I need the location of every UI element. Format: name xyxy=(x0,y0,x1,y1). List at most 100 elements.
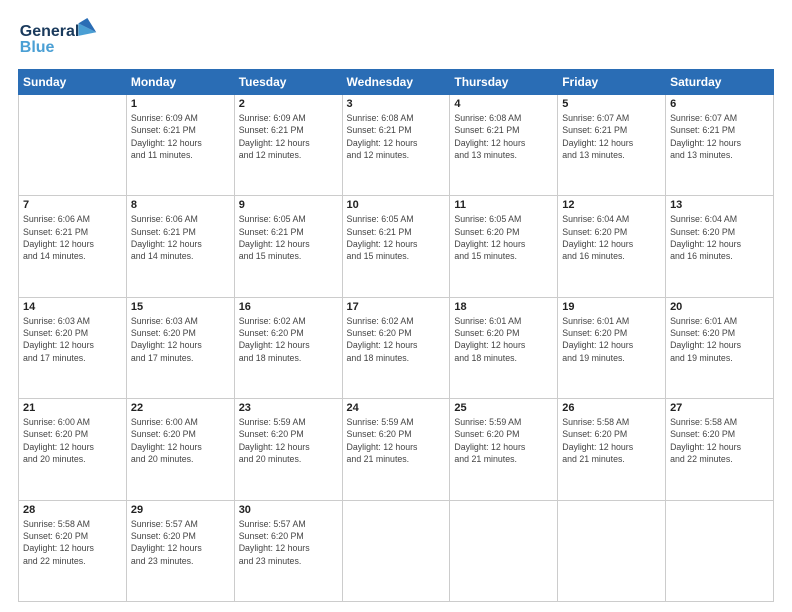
day-info: Sunrise: 6:05 AMSunset: 6:21 PMDaylight:… xyxy=(239,213,338,262)
day-number: 26 xyxy=(562,402,661,414)
day-number: 24 xyxy=(347,402,446,414)
svg-text:Blue: Blue xyxy=(20,39,55,56)
header-sunday: Sunday xyxy=(19,70,127,95)
week-row-1: 1Sunrise: 6:09 AMSunset: 6:21 PMDaylight… xyxy=(19,95,774,196)
day-cell: 2 Sunrise: 6:09 AMSunset: 6:21 PMDaylight… xyxy=(234,95,342,196)
day-info: Sunrise: 6:09 AMSunset: 6:21 PMDaylight:… xyxy=(239,112,338,161)
weekday-header-row: Sunday Monday Tuesday Wednesday Thursday… xyxy=(19,70,774,95)
day-cell xyxy=(19,95,127,196)
week-row-5: 28 Sunrise: 5:58 AMSunset: 6:20 PMDayligh… xyxy=(19,500,774,601)
day-info: Sunrise: 6:09 AMSunset: 6:21 PMDaylight:… xyxy=(131,112,230,161)
header-saturday: Saturday xyxy=(666,70,774,95)
day-info: Sunrise: 5:57 AMSunset: 6:20 PMDaylight:… xyxy=(239,518,338,567)
day-info: Sunrise: 5:59 AMSunset: 6:20 PMDaylight:… xyxy=(454,416,553,465)
day-cell: 27 Sunrise: 5:58 AMSunset: 6:20 PMDayligh… xyxy=(666,399,774,500)
logo-svg: General Blue xyxy=(18,16,98,61)
header-thursday: Thursday xyxy=(450,70,558,95)
day-number: 23 xyxy=(239,402,338,414)
day-cell: 4Sunrise: 6:08 AMSunset: 6:21 PMDaylight… xyxy=(450,95,558,196)
day-cell: 1Sunrise: 6:09 AMSunset: 6:21 PMDaylight… xyxy=(126,95,234,196)
day-info: Sunrise: 6:04 AMSunset: 6:20 PMDaylight:… xyxy=(670,213,769,262)
header-tuesday: Tuesday xyxy=(234,70,342,95)
day-cell: 23 Sunrise: 5:59 AMSunset: 6:20 PMDayligh… xyxy=(234,399,342,500)
day-number: 14 xyxy=(23,301,122,313)
day-cell: 28 Sunrise: 5:58 AMSunset: 6:20 PMDayligh… xyxy=(19,500,127,601)
day-number: 25 xyxy=(454,402,553,414)
day-number: 30 xyxy=(239,504,338,516)
day-number: 8 xyxy=(131,199,230,211)
day-number: 28 xyxy=(23,504,122,516)
day-info: Sunrise: 6:08 AMSunset: 6:21 PMDaylight:… xyxy=(347,112,446,161)
week-row-2: 7 Sunrise: 6:06 AMSunset: 6:21 PMDaylight… xyxy=(19,196,774,297)
day-info: Sunrise: 6:01 AMSunset: 6:20 PMDaylight:… xyxy=(562,315,661,364)
day-cell: 14 Sunrise: 6:03 AMSunset: 6:20 PMDayligh… xyxy=(19,297,127,398)
day-cell: 18Sunrise: 6:01 AMSunset: 6:20 PMDayligh… xyxy=(450,297,558,398)
day-info: Sunrise: 6:02 AMSunset: 6:20 PMDaylight:… xyxy=(239,315,338,364)
day-cell xyxy=(342,500,450,601)
day-cell: 3 Sunrise: 6:08 AMSunset: 6:21 PMDaylight… xyxy=(342,95,450,196)
day-cell xyxy=(666,500,774,601)
day-cell: 20 Sunrise: 6:01 AMSunset: 6:20 PMDayligh… xyxy=(666,297,774,398)
calendar-table: Sunday Monday Tuesday Wednesday Thursday… xyxy=(18,69,774,602)
week-row-4: 21Sunrise: 6:00 AMSunset: 6:20 PMDayligh… xyxy=(19,399,774,500)
day-cell: 6 Sunrise: 6:07 AMSunset: 6:21 PMDaylight… xyxy=(666,95,774,196)
header-wednesday: Wednesday xyxy=(342,70,450,95)
day-cell: 12 Sunrise: 6:04 AMSunset: 6:20 PMDayligh… xyxy=(558,196,666,297)
day-number: 3 xyxy=(347,98,446,110)
day-info: Sunrise: 5:57 AMSunset: 6:20 PMDaylight:… xyxy=(131,518,230,567)
day-info: Sunrise: 5:58 AMSunset: 6:20 PMDaylight:… xyxy=(23,518,122,567)
day-cell: 9 Sunrise: 6:05 AMSunset: 6:21 PMDaylight… xyxy=(234,196,342,297)
day-info: Sunrise: 6:03 AMSunset: 6:20 PMDaylight:… xyxy=(131,315,230,364)
day-number: 22 xyxy=(131,402,230,414)
week-row-3: 14 Sunrise: 6:03 AMSunset: 6:20 PMDayligh… xyxy=(19,297,774,398)
header-friday: Friday xyxy=(558,70,666,95)
day-number: 10 xyxy=(347,199,446,211)
day-cell: 15 Sunrise: 6:03 AMSunset: 6:20 PMDayligh… xyxy=(126,297,234,398)
day-cell: 8 Sunrise: 6:06 AMSunset: 6:21 PMDaylight… xyxy=(126,196,234,297)
day-cell: 16Sunrise: 6:02 AMSunset: 6:20 PMDayligh… xyxy=(234,297,342,398)
day-info: Sunrise: 6:01 AMSunset: 6:20 PMDaylight:… xyxy=(454,315,553,364)
day-info: Sunrise: 6:01 AMSunset: 6:20 PMDaylight:… xyxy=(670,315,769,364)
day-number: 7 xyxy=(23,199,122,211)
day-info: Sunrise: 6:04 AMSunset: 6:20 PMDaylight:… xyxy=(562,213,661,262)
day-cell: 21Sunrise: 6:00 AMSunset: 6:20 PMDayligh… xyxy=(19,399,127,500)
svg-text:General: General xyxy=(20,23,80,40)
day-cell: 10Sunrise: 6:05 AMSunset: 6:21 PMDayligh… xyxy=(342,196,450,297)
day-info: Sunrise: 5:59 AMSunset: 6:20 PMDaylight:… xyxy=(347,416,446,465)
day-number: 6 xyxy=(670,98,769,110)
day-info: Sunrise: 5:58 AMSunset: 6:20 PMDaylight:… xyxy=(562,416,661,465)
day-number: 2 xyxy=(239,98,338,110)
day-cell: 11 Sunrise: 6:05 AMSunset: 6:20 PMDayligh… xyxy=(450,196,558,297)
calendar-page: General Blue Sunday Monday Tuesday Wedne… xyxy=(0,0,792,612)
day-info: Sunrise: 6:07 AMSunset: 6:21 PMDaylight:… xyxy=(670,112,769,161)
day-cell: 22 Sunrise: 6:00 AMSunset: 6:20 PMDayligh… xyxy=(126,399,234,500)
day-info: Sunrise: 6:02 AMSunset: 6:20 PMDaylight:… xyxy=(347,315,446,364)
day-info: Sunrise: 6:05 AMSunset: 6:20 PMDaylight:… xyxy=(454,213,553,262)
day-number: 9 xyxy=(239,199,338,211)
day-number: 27 xyxy=(670,402,769,414)
header-monday: Monday xyxy=(126,70,234,95)
day-number: 11 xyxy=(454,199,553,211)
day-cell: 24 Sunrise: 5:59 AMSunset: 6:20 PMDayligh… xyxy=(342,399,450,500)
day-number: 15 xyxy=(131,301,230,313)
day-number: 29 xyxy=(131,504,230,516)
day-number: 13 xyxy=(670,199,769,211)
day-info: Sunrise: 5:58 AMSunset: 6:20 PMDaylight:… xyxy=(670,416,769,465)
day-number: 20 xyxy=(670,301,769,313)
day-info: Sunrise: 6:00 AMSunset: 6:20 PMDaylight:… xyxy=(131,416,230,465)
header: General Blue xyxy=(18,16,774,61)
day-cell: 5Sunrise: 6:07 AMSunset: 6:21 PMDaylight… xyxy=(558,95,666,196)
day-number: 19 xyxy=(562,301,661,313)
day-info: Sunrise: 6:06 AMSunset: 6:21 PMDaylight:… xyxy=(131,213,230,262)
day-number: 12 xyxy=(562,199,661,211)
logo: General Blue xyxy=(18,16,98,61)
day-cell: 30 Sunrise: 5:57 AMSunset: 6:20 PMDayligh… xyxy=(234,500,342,601)
day-cell: 29 Sunrise: 5:57 AMSunset: 6:20 PMDayligh… xyxy=(126,500,234,601)
day-cell: 25 Sunrise: 5:59 AMSunset: 6:20 PMDayligh… xyxy=(450,399,558,500)
day-cell xyxy=(450,500,558,601)
day-info: Sunrise: 6:00 AMSunset: 6:20 PMDaylight:… xyxy=(23,416,122,465)
day-info: Sunrise: 6:03 AMSunset: 6:20 PMDaylight:… xyxy=(23,315,122,364)
day-cell xyxy=(558,500,666,601)
day-info: Sunrise: 6:08 AMSunset: 6:21 PMDaylight:… xyxy=(454,112,553,161)
day-info: Sunrise: 5:59 AMSunset: 6:20 PMDaylight:… xyxy=(239,416,338,465)
